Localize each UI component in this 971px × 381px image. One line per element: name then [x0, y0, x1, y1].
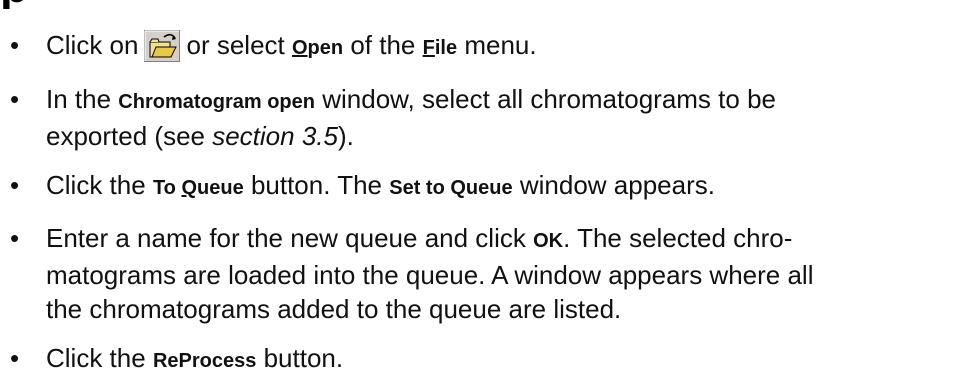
- section-heading-partial: p: [0, 0, 28, 9]
- step-text: In the Chromatogram open window, select …: [46, 84, 776, 114]
- bullet: •: [10, 84, 20, 114]
- list-item: • Click on or select Open of the File me…: [0, 28, 971, 65]
- step-text: Enter a name for the new queue and click…: [46, 223, 793, 253]
- to-queue-button[interactable]: To Queue: [153, 177, 244, 199]
- bullet: •: [10, 30, 20, 60]
- open-folder-icon[interactable]: [144, 30, 181, 62]
- step-text-line-2: exported (see section 3.5).: [46, 121, 354, 151]
- list-item: • Click the To Queue button. The Set to …: [0, 168, 971, 205]
- list-item: • Enter a name for the new queue and cli…: [0, 221, 971, 326]
- heading-text: p: [0, 0, 28, 9]
- window-name-set-to-queue: Set to Queue: [389, 177, 513, 199]
- section-reference: section 3.5: [212, 121, 338, 151]
- ok-button[interactable]: OK: [533, 230, 563, 252]
- step-text-line-3: the chromatograms added to the queue are…: [46, 294, 622, 324]
- list-item: • In the Chromatogram open window, selec…: [0, 82, 971, 153]
- bullet: •: [10, 343, 20, 373]
- menu-item-open[interactable]: Open: [292, 37, 343, 59]
- step-text-line-2: matograms are loaded into the queue. A w…: [46, 260, 814, 290]
- list-item: • Click the ReProcess button.: [0, 341, 971, 378]
- step-text: Click on or select Open of the File menu…: [46, 30, 537, 62]
- step-text: Click the ReProcess button.: [46, 343, 344, 373]
- step-text: Click the To Queue button. The Set to Qu…: [46, 170, 715, 200]
- reprocess-button[interactable]: ReProcess: [153, 350, 256, 372]
- bullet: •: [10, 170, 20, 200]
- menu-file[interactable]: File: [423, 37, 457, 59]
- window-name-chromatogram-open: Chromatogram open: [118, 91, 315, 113]
- bullet: •: [10, 223, 20, 253]
